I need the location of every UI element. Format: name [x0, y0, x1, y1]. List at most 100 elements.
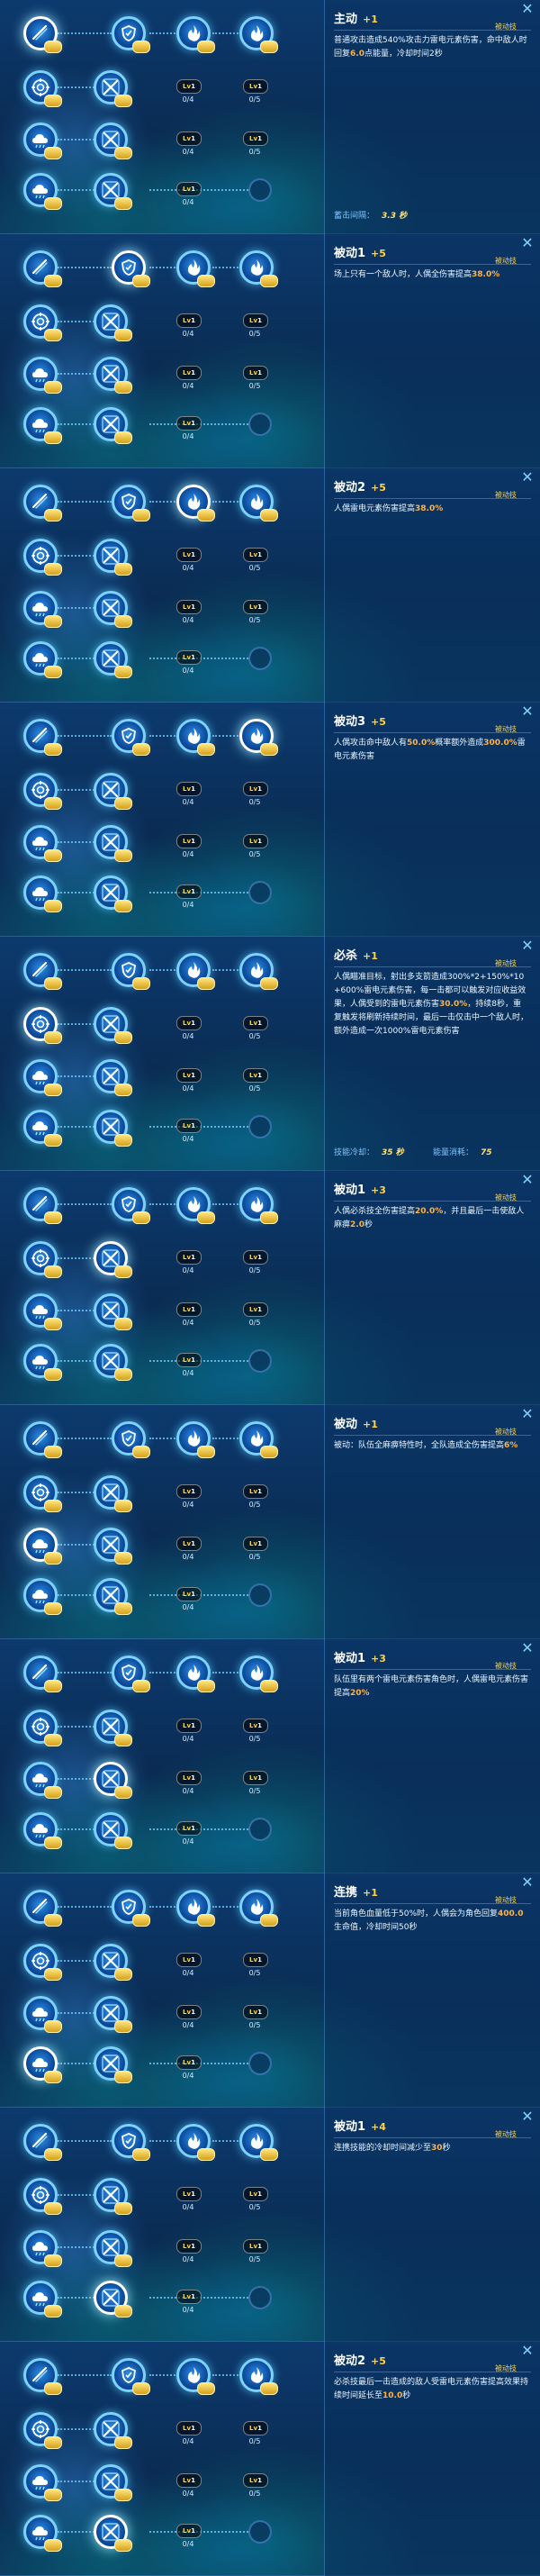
skill-node-r2-c2[interactable]	[94, 304, 132, 341]
skill-node-r1-c4[interactable]	[239, 1187, 278, 1224]
skill-node-r4-c1[interactable]	[23, 1812, 62, 1849]
skill-node-r1-c1[interactable]	[23, 953, 62, 990]
skill-node-r2-c1[interactable]	[23, 773, 62, 810]
skill-node-r2-c1[interactable]	[23, 2412, 62, 2449]
skill-node-r1-c2[interactable]	[112, 16, 150, 53]
skill-node-r1-c4[interactable]	[239, 250, 278, 287]
skill-node-r2-c2[interactable]	[94, 2178, 132, 2215]
skill-node-r1-c2[interactable]	[112, 2124, 150, 2161]
skill-node-r2-c2[interactable]	[94, 1475, 132, 1512]
skill-node-r3-c1[interactable]	[23, 122, 62, 159]
close-icon[interactable]: ✕	[520, 2, 535, 16]
empty-skill-slot[interactable]	[248, 2286, 272, 2309]
skill-node-r1-c2[interactable]	[112, 1655, 150, 1692]
empty-skill-slot[interactable]	[248, 413, 272, 436]
skill-node-r2-c2[interactable]	[94, 1241, 132, 1278]
skill-node-r2-c2[interactable]	[94, 539, 132, 576]
skill-node-r4-c1[interactable]	[23, 1110, 62, 1147]
empty-skill-slot[interactable]	[248, 1115, 272, 1138]
skill-node-r1-c4[interactable]	[239, 2358, 278, 2395]
skill-node-r2-c2[interactable]	[94, 1944, 132, 1981]
empty-skill-slot[interactable]	[248, 178, 272, 202]
skill-node-r2-c1[interactable]	[23, 1475, 62, 1512]
skill-node-r1-c4[interactable]	[239, 719, 278, 756]
skill-node-r2-c2[interactable]	[94, 773, 132, 810]
skill-node-r4-c1[interactable]	[23, 641, 62, 678]
skill-node-r1-c3[interactable]	[176, 250, 215, 287]
skill-node-r3-c1[interactable]	[23, 591, 62, 628]
skill-node-r1-c1[interactable]	[23, 2124, 62, 2161]
skill-node-r1-c3[interactable]	[176, 1655, 215, 1692]
skill-node-r1-c1[interactable]	[23, 1187, 62, 1224]
skill-node-r2-c2[interactable]	[94, 1007, 132, 1044]
close-icon[interactable]: ✕	[520, 2344, 535, 2358]
skill-node-r3-c1[interactable]	[23, 825, 62, 862]
skill-node-r4-c2[interactable]	[94, 407, 132, 444]
skill-node-r1-c2[interactable]	[112, 719, 150, 756]
close-icon[interactable]: ✕	[520, 704, 535, 719]
empty-skill-slot[interactable]	[248, 647, 272, 670]
skill-node-r1-c2[interactable]	[112, 953, 150, 990]
skill-node-r4-c2[interactable]	[94, 1344, 132, 1381]
skill-node-r4-c1[interactable]	[23, 1344, 62, 1381]
skill-node-r3-c2[interactable]	[94, 2464, 132, 2501]
skill-node-r3-c2[interactable]	[94, 1059, 132, 1096]
skill-node-r1-c4[interactable]	[239, 16, 278, 53]
skill-node-r4-c1[interactable]	[23, 1578, 62, 1615]
empty-skill-slot[interactable]	[248, 1818, 272, 1841]
skill-node-r2-c2[interactable]	[94, 2412, 132, 2449]
skill-node-r4-c2[interactable]	[94, 1812, 132, 1849]
skill-node-r1-c3[interactable]	[176, 719, 215, 756]
skill-node-r1-c1[interactable]	[23, 16, 62, 53]
skill-node-r1-c2[interactable]	[112, 1187, 150, 1224]
skill-node-r4-c2[interactable]	[94, 1578, 132, 1615]
skill-node-r4-c2[interactable]	[94, 2046, 132, 2083]
skill-node-r2-c2[interactable]	[94, 1710, 132, 1746]
skill-node-r2-c1[interactable]	[23, 70, 62, 107]
close-icon[interactable]: ✕	[520, 2109, 535, 2124]
skill-node-r1-c3[interactable]	[176, 953, 215, 990]
skill-node-r3-c1[interactable]	[23, 1528, 62, 1565]
skill-node-r1-c3[interactable]	[176, 16, 215, 53]
skill-node-r2-c2[interactable]	[94, 70, 132, 107]
skill-node-r1-c1[interactable]	[23, 250, 62, 287]
skill-node-r1-c3[interactable]	[176, 1187, 215, 1224]
skill-node-r1-c3[interactable]	[176, 2358, 215, 2395]
skill-node-r3-c2[interactable]	[94, 122, 132, 159]
skill-node-r1-c2[interactable]	[112, 485, 150, 522]
skill-node-r3-c1[interactable]	[23, 1059, 62, 1096]
skill-node-r2-c1[interactable]	[23, 1944, 62, 1981]
skill-node-r3-c2[interactable]	[94, 825, 132, 862]
close-icon[interactable]: ✕	[520, 1407, 535, 1421]
skill-node-r1-c2[interactable]	[112, 2358, 150, 2395]
skill-node-r1-c4[interactable]	[239, 2124, 278, 2161]
skill-node-r3-c2[interactable]	[94, 1293, 132, 1330]
skill-node-r3-c1[interactable]	[23, 357, 62, 394]
skill-node-r2-c1[interactable]	[23, 304, 62, 341]
skill-node-r1-c1[interactable]	[23, 2358, 62, 2395]
close-icon[interactable]: ✕	[520, 939, 535, 953]
skill-node-r3-c1[interactable]	[23, 1996, 62, 2033]
skill-node-r4-c2[interactable]	[94, 173, 132, 210]
skill-node-r2-c1[interactable]	[23, 539, 62, 576]
skill-node-r3-c2[interactable]	[94, 1528, 132, 1565]
skill-node-r3-c2[interactable]	[94, 357, 132, 394]
skill-node-r1-c3[interactable]	[176, 2124, 215, 2161]
close-icon[interactable]: ✕	[520, 1173, 535, 1187]
skill-node-r4-c1[interactable]	[23, 2515, 62, 2552]
skill-node-r1-c3[interactable]	[176, 1890, 215, 1927]
skill-node-r4-c1[interactable]	[23, 2281, 62, 2317]
skill-node-r3-c2[interactable]	[94, 591, 132, 628]
skill-node-r1-c4[interactable]	[239, 1655, 278, 1692]
skill-node-r1-c3[interactable]	[176, 485, 215, 522]
skill-node-r3-c2[interactable]	[94, 1996, 132, 2033]
skill-node-r3-c1[interactable]	[23, 1293, 62, 1330]
close-icon[interactable]: ✕	[520, 470, 535, 485]
skill-node-r3-c1[interactable]	[23, 2464, 62, 2501]
skill-node-r1-c1[interactable]	[23, 1421, 62, 1458]
skill-node-r3-c2[interactable]	[94, 2230, 132, 2267]
skill-node-r1-c3[interactable]	[176, 1421, 215, 1458]
close-icon[interactable]: ✕	[520, 1641, 535, 1655]
skill-node-r1-c1[interactable]	[23, 485, 62, 522]
skill-node-r1-c4[interactable]	[239, 1421, 278, 1458]
